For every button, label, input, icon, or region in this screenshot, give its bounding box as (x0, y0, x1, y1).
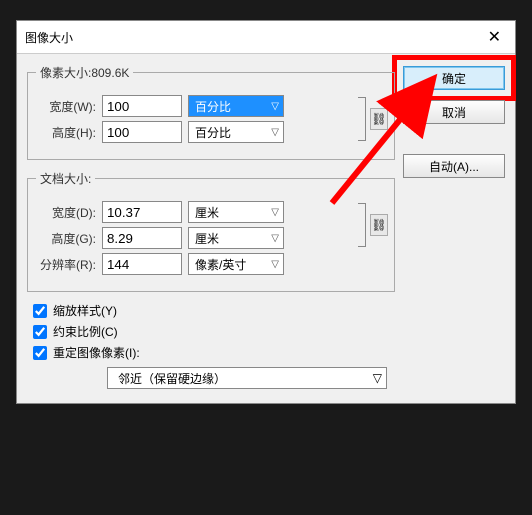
titlebar: 图像大小 ✕ (17, 21, 515, 54)
cancel-button-label: 取消 (442, 104, 466, 121)
close-icon[interactable]: ✕ (482, 27, 507, 47)
doc-width-label: 宽度(D): (36, 204, 96, 221)
chevron-down-icon: ▽ (271, 259, 279, 270)
pixel-width-label: 宽度(W): (36, 98, 96, 115)
auto-button[interactable]: 自动(A)... (403, 154, 505, 178)
ok-button-label: 确定 (442, 70, 466, 87)
chevron-down-icon: ▽ (271, 233, 279, 244)
pixel-size-legend: 像素大小:809.6K (36, 64, 133, 81)
constrain-proportions-checkbox[interactable] (33, 325, 47, 339)
resample-image-label: 重定图像像素(I): (53, 344, 140, 361)
link-icon[interactable]: ⛓ (370, 214, 388, 236)
pixel-width-unit-value: 百分比 (195, 98, 231, 115)
doc-height-label: 高度(G): (36, 230, 96, 247)
pixel-height-input[interactable] (102, 121, 182, 143)
resolution-label: 分辨率(R): (36, 256, 96, 273)
doc-height-unit-value: 厘米 (195, 230, 219, 247)
pixel-height-unit-value: 百分比 (195, 124, 231, 141)
chevron-down-icon: ▽ (271, 207, 279, 218)
document-size-legend: 文档大小: (36, 170, 95, 187)
doc-width-input[interactable] (102, 201, 182, 223)
document-size-group: 文档大小: 宽度(D): 厘米 ▽ 高度(G): 厘米 (27, 170, 395, 292)
pixel-height-unit-select[interactable]: 百分比 ▽ (188, 121, 284, 143)
link-icon[interactable]: ⛓ (370, 108, 388, 130)
scale-styles-label: 缩放样式(Y) (53, 302, 117, 319)
resample-method-value: 邻近（保留硬边缘） (118, 370, 226, 387)
resample-image-checkbox[interactable] (33, 346, 47, 360)
chevron-down-icon: ▽ (373, 371, 382, 385)
pixel-width-input[interactable] (102, 95, 182, 117)
image-size-dialog: 图像大小 ✕ 像素大小:809.6K 宽度(W): 百分比 ▽ 高度(H) (16, 20, 516, 404)
doc-width-unit-select[interactable]: 厘米 ▽ (188, 201, 284, 223)
pixel-height-label: 高度(H): (36, 124, 96, 141)
constrain-proportions-label: 约束比例(C) (53, 323, 118, 340)
doc-width-unit-value: 厘米 (195, 204, 219, 221)
resolution-unit-select[interactable]: 像素/英寸 ▽ (188, 253, 284, 275)
chevron-down-icon: ▽ (271, 101, 279, 112)
ok-button[interactable]: 确定 (403, 66, 505, 90)
pixel-width-unit-select[interactable]: 百分比 ▽ (188, 95, 284, 117)
dialog-title: 图像大小 (25, 29, 73, 46)
resolution-input[interactable] (102, 253, 182, 275)
resolution-unit-value: 像素/英寸 (195, 256, 246, 273)
doc-height-input[interactable] (102, 227, 182, 249)
scale-styles-checkbox[interactable] (33, 304, 47, 318)
chevron-down-icon: ▽ (271, 127, 279, 138)
resample-method-select[interactable]: 邻近（保留硬边缘） ▽ (107, 367, 387, 389)
cancel-button[interactable]: 取消 (403, 100, 505, 124)
pixel-size-group: 像素大小:809.6K 宽度(W): 百分比 ▽ 高度(H): (27, 64, 395, 160)
doc-height-unit-select[interactable]: 厘米 ▽ (188, 227, 284, 249)
auto-button-label: 自动(A)... (429, 158, 479, 175)
